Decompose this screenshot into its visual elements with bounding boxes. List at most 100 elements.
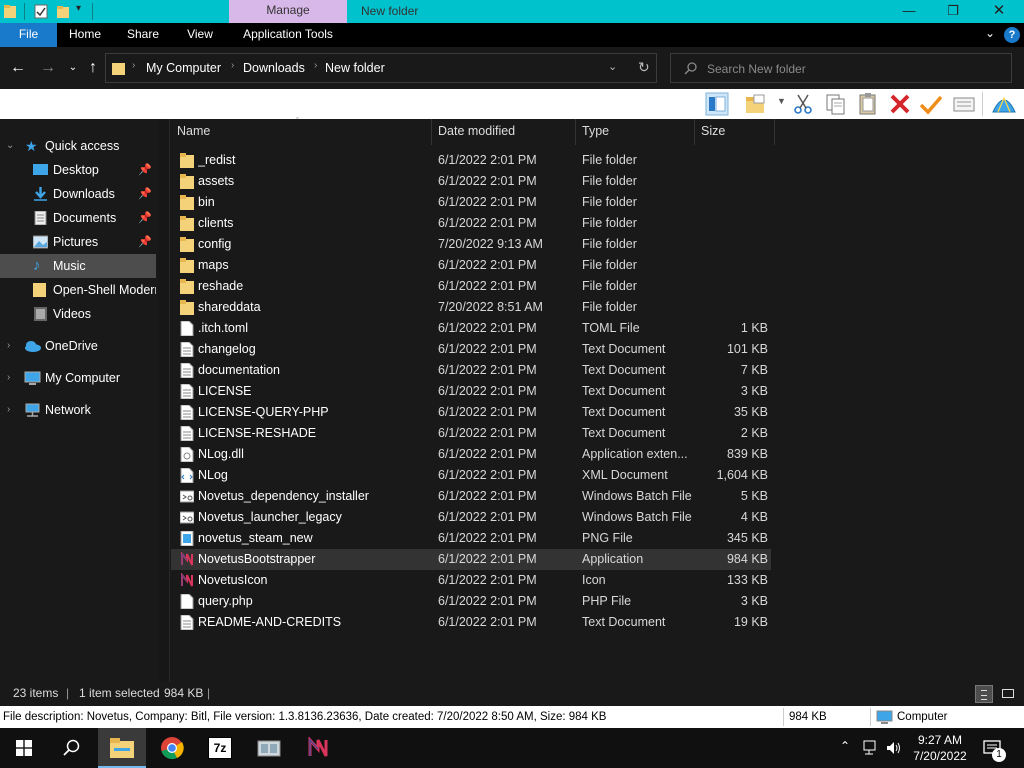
nav-item-music[interactable]: ♪ Music bbox=[0, 254, 156, 278]
file-row[interactable]: clients 6/1/2022 2:01 PM File folder bbox=[171, 213, 771, 234]
cut-icon[interactable] bbox=[791, 92, 815, 116]
file-type: Text Document bbox=[582, 342, 666, 356]
tab-home[interactable]: Home bbox=[64, 23, 106, 47]
file-row[interactable]: config 7/20/2022 9:13 AM File folder bbox=[171, 234, 771, 255]
copy-icon[interactable] bbox=[824, 92, 848, 116]
chrome-icon[interactable] bbox=[148, 728, 196, 768]
navigation-pane-icon[interactable] bbox=[705, 92, 729, 116]
column-size[interactable]: Size bbox=[695, 119, 775, 145]
file-row[interactable]: Novetus_dependency_installer 6/1/2022 2:0… bbox=[171, 486, 771, 507]
nav-item-documents[interactable]: Documents 📌 bbox=[0, 206, 156, 230]
file-row[interactable]: documentation 6/1/2022 2:01 PM Text Docume… bbox=[171, 360, 771, 381]
nav-item-desktop[interactable]: Desktop 📌 bbox=[0, 158, 156, 182]
properties-icon[interactable] bbox=[34, 3, 48, 20]
chevron-right-icon[interactable]: › bbox=[7, 334, 10, 358]
column-date-modified[interactable]: Date modified bbox=[432, 119, 576, 145]
clock[interactable]: 9:27 AM 7/20/2022 bbox=[910, 732, 970, 764]
customize-quick-access-icon[interactable]: ▾ bbox=[76, 3, 81, 14]
search-input[interactable] bbox=[707, 60, 997, 78]
file-row[interactable]: changelog 6/1/2022 2:01 PM Text Document 10… bbox=[171, 339, 771, 360]
nav-onedrive[interactable]: › OneDrive bbox=[0, 334, 156, 358]
file-row[interactable]: _redist 6/1/2022 2:01 PM File folder bbox=[171, 150, 771, 171]
chevron-right-icon[interactable]: › bbox=[7, 366, 10, 390]
maximize-button[interactable]: ❐ bbox=[930, 0, 976, 23]
up-arrow-icon[interactable]: ↑ bbox=[83, 58, 103, 78]
file-row[interactable]: bin 6/1/2022 2:01 PM File folder bbox=[171, 192, 771, 213]
7zip-icon[interactable]: 7z bbox=[196, 728, 244, 768]
pin-icon[interactable]: 📌 bbox=[138, 182, 152, 206]
folder-options-icon[interactable] bbox=[744, 92, 768, 116]
nav-my-computer[interactable]: › My Computer bbox=[0, 366, 156, 390]
file-row[interactable]: README-AND-CREDITS 6/1/2022 2:01 PM Text D… bbox=[171, 612, 771, 633]
volume-icon[interactable] bbox=[886, 740, 902, 756]
tab-file[interactable]: File bbox=[0, 23, 57, 47]
show-hidden-icons-icon[interactable]: ⌃ bbox=[840, 739, 850, 753]
tab-view[interactable]: View bbox=[180, 23, 220, 47]
column-type[interactable]: Type bbox=[576, 119, 695, 145]
pin-icon[interactable]: 📌 bbox=[138, 230, 152, 254]
address-bar[interactable]: › My Computer › Downloads › New folder ⌄… bbox=[105, 53, 657, 83]
nav-quick-access[interactable]: ⌄ ★ Quick access bbox=[0, 134, 156, 158]
open-shell-icon[interactable] bbox=[991, 92, 1017, 116]
large-icons-view-icon[interactable] bbox=[999, 685, 1017, 703]
tab-application-tools[interactable]: Application Tools bbox=[236, 23, 340, 47]
nav-item-open-shell-modern[interactable]: Open-Shell Modern bbox=[0, 278, 156, 302]
network-icon[interactable] bbox=[863, 740, 879, 756]
breadcrumb-my-computer[interactable]: My Computer bbox=[146, 61, 221, 75]
file-row[interactable]: NovetusIcon 6/1/2022 2:01 PM Icon 133 KB bbox=[171, 570, 771, 591]
minimize-button[interactable]: — bbox=[886, 0, 932, 23]
windows-start-icon[interactable] bbox=[16, 740, 32, 756]
chevron-right-icon[interactable]: › bbox=[7, 398, 10, 422]
close-button[interactable]: ✕ bbox=[976, 0, 1022, 23]
expand-ribbon-icon[interactable]: ⌄ bbox=[985, 26, 995, 40]
search-box[interactable] bbox=[670, 53, 1012, 83]
search-icon[interactable] bbox=[63, 739, 81, 757]
tab-manage[interactable]: Manage bbox=[229, 0, 347, 23]
file-row[interactable]: maps 6/1/2022 2:01 PM File folder bbox=[171, 255, 771, 276]
delete-icon[interactable] bbox=[888, 92, 912, 116]
nav-item-videos[interactable]: Videos bbox=[0, 302, 156, 326]
file-name: LICENSE-QUERY-PHP bbox=[198, 405, 329, 419]
properties-check-icon[interactable] bbox=[919, 92, 943, 116]
recent-locations-chevron-icon[interactable]: ⌄ bbox=[63, 58, 83, 78]
file-size: 5 KB bbox=[740, 489, 768, 503]
nav-network[interactable]: › Network bbox=[0, 398, 156, 422]
file-row[interactable]: NLog.dll 6/1/2022 2:01 PM Application exte… bbox=[171, 444, 771, 465]
novetus-icon[interactable] bbox=[294, 728, 342, 768]
breadcrumb-downloads[interactable]: Downloads bbox=[243, 61, 305, 75]
file-row[interactable]: .itch.toml 6/1/2022 2:01 PM TOML File 1 KB bbox=[171, 318, 771, 339]
file-row[interactable]: Novetus_launcher_legacy 6/1/2022 2:01 PM W… bbox=[171, 507, 771, 528]
help-icon[interactable]: ? bbox=[1004, 27, 1020, 43]
forward-arrow-icon[interactable]: → bbox=[38, 58, 58, 78]
navigation-pane-scrollbar[interactable] bbox=[158, 119, 170, 682]
app-icon[interactable] bbox=[245, 728, 293, 768]
file-row[interactable]: NovetusBootstrapper 6/1/2022 2:01 PM Appli… bbox=[171, 549, 771, 570]
address-history-chevron-icon[interactable]: ⌄ bbox=[608, 60, 617, 73]
nav-item-downloads[interactable]: Downloads 📌 bbox=[0, 182, 156, 206]
refresh-icon[interactable]: ↻ bbox=[638, 59, 650, 76]
details-view-icon[interactable] bbox=[975, 685, 993, 703]
file-row[interactable]: assets 6/1/2022 2:01 PM File folder bbox=[171, 171, 771, 192]
chevron-down-icon[interactable]: ▼ bbox=[777, 96, 786, 106]
new-folder-icon[interactable] bbox=[56, 3, 70, 20]
file-row[interactable]: reshade 6/1/2022 2:01 PM File folder bbox=[171, 276, 771, 297]
chevron-down-icon[interactable]: ⌄ bbox=[6, 134, 14, 158]
paste-icon[interactable] bbox=[856, 92, 880, 116]
file-row[interactable]: novetus_steam_new 6/1/2022 2:01 PM PNG Fil… bbox=[171, 528, 771, 549]
nav-item-pictures[interactable]: Pictures 📌 bbox=[0, 230, 156, 254]
file-row[interactable]: query.php 6/1/2022 2:01 PM PHP File 3 KB bbox=[171, 591, 771, 612]
back-arrow-icon[interactable]: ← bbox=[8, 58, 28, 78]
pin-icon[interactable]: 📌 bbox=[138, 206, 152, 230]
file-type: File folder bbox=[582, 279, 637, 293]
file-row[interactable]: shareddata 7/20/2022 8:51 AM File folder bbox=[171, 297, 771, 318]
file-explorer-icon[interactable] bbox=[98, 728, 146, 768]
file-row[interactable]: LICENSE-QUERY-PHP 6/1/2022 2:01 PM Text Do… bbox=[171, 402, 771, 423]
tab-share[interactable]: Share bbox=[122, 23, 164, 47]
file-row[interactable]: NLog 6/1/2022 2:01 PM XML Document 1,604 KB bbox=[171, 465, 771, 486]
file-row[interactable]: LICENSE 6/1/2022 2:01 PM Text Document 3 KB bbox=[171, 381, 771, 402]
email-icon[interactable] bbox=[952, 92, 976, 116]
breadcrumb-new-folder[interactable]: New folder bbox=[325, 61, 385, 75]
file-row[interactable]: LICENSE-RESHADE 6/1/2022 2:01 PM Text Docu… bbox=[171, 423, 771, 444]
column-name[interactable]: Name bbox=[171, 119, 432, 145]
pin-icon[interactable]: 📌 bbox=[138, 158, 152, 182]
